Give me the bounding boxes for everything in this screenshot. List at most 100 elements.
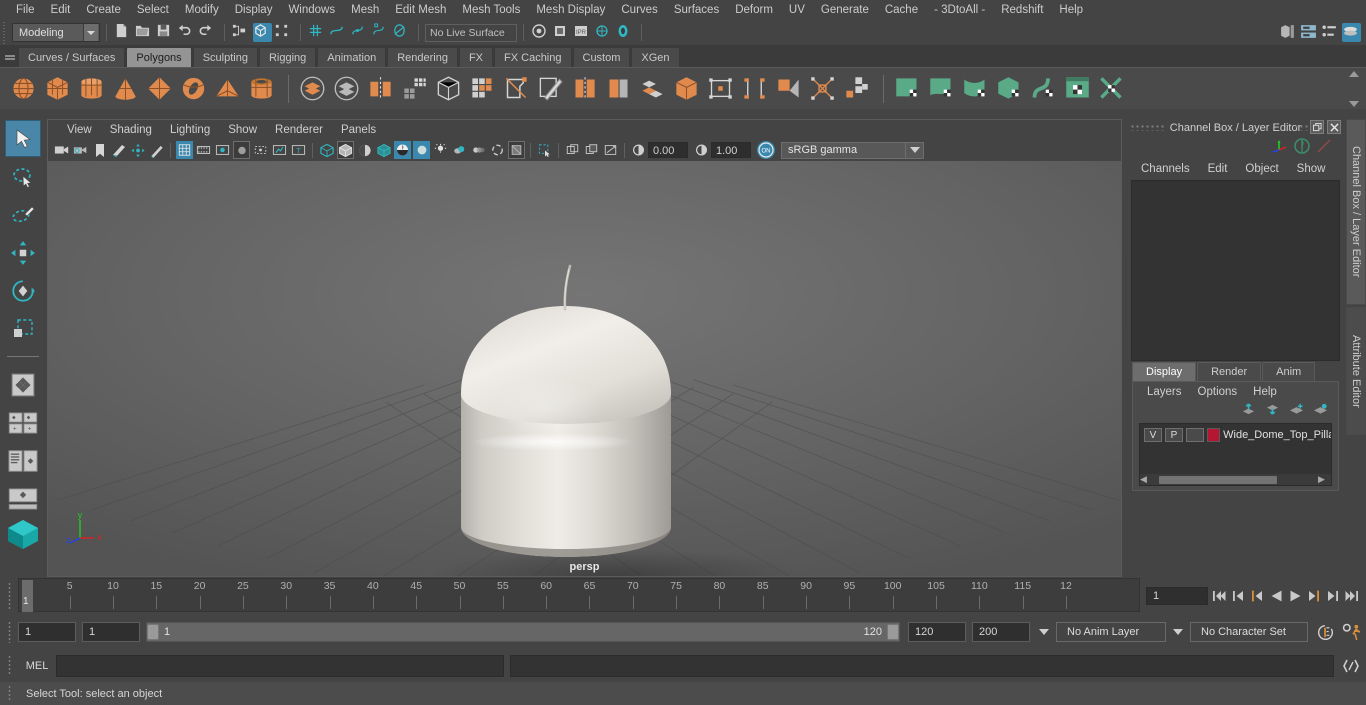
go-to-end-icon[interactable] <box>1344 587 1360 605</box>
redo-icon[interactable] <box>198 23 217 42</box>
poly-cone-icon[interactable] <box>110 73 140 105</box>
grease-pencil-icon[interactable] <box>148 141 165 159</box>
layer-name-label[interactable]: Wide_Dome_Top_Pillar <box>1223 429 1331 441</box>
separate-icon[interactable] <box>331 73 361 105</box>
exposure-icon[interactable] <box>630 141 647 159</box>
dock-title-bar[interactable]: Channel Box / Layer Editor <box>1126 119 1345 136</box>
anim-end-field[interactable]: 200 <box>972 622 1030 642</box>
isolate-select-icon[interactable] <box>536 141 553 159</box>
tab-attribute-editor[interactable]: Attribute Editor <box>1346 307 1366 435</box>
extrude-icon[interactable] <box>467 73 497 105</box>
layer-list-scrollbar[interactable]: ◀ ▶ <box>1140 474 1331 485</box>
poly-cylinder-icon[interactable] <box>76 73 106 105</box>
move-tool[interactable] <box>5 234 41 271</box>
render-settings-icon[interactable]: IPR <box>573 23 592 42</box>
character-set-field[interactable]: No Character Set <box>1190 622 1308 642</box>
channel-menu-object[interactable]: Object <box>1236 163 1287 175</box>
show-hide-attribute-editor-icon[interactable] <box>1300 23 1319 42</box>
layer-list[interactable]: V P Wide_Dome_Top_Pillar ◀ ▶ <box>1139 423 1332 486</box>
connect-icon[interactable] <box>705 73 735 105</box>
anim-start-field[interactable]: 1 <box>18 622 76 642</box>
shelf-tab-sculpting[interactable]: Sculpting <box>192 47 258 67</box>
texture-mode-icon[interactable] <box>394 141 411 159</box>
film-origin-icon[interactable] <box>252 141 269 159</box>
grid-toggle-icon[interactable] <box>176 141 193 159</box>
shelf-tab-animation[interactable]: Animation <box>317 47 387 67</box>
command-language-label[interactable]: MEL <box>18 660 56 672</box>
scroll-right-icon[interactable]: ▶ <box>1318 474 1327 485</box>
shelf-tab-xgen[interactable]: XGen <box>631 47 680 67</box>
multisample-icon[interactable] <box>489 141 506 159</box>
menu-modify[interactable]: Modify <box>177 0 227 20</box>
move-layer-down-icon[interactable] <box>1265 403 1280 419</box>
outliner-persp-layout-icon[interactable]: + + <box>5 404 41 441</box>
go-to-start-icon[interactable] <box>1211 587 1227 605</box>
menu-mesh-tools[interactable]: Mesh Tools <box>454 0 528 20</box>
snap-to-view-plane-icon[interactable] <box>392 23 411 42</box>
current-frame-field[interactable]: 1 <box>1146 587 1208 605</box>
menu-edit-mesh[interactable]: Edit Mesh <box>387 0 454 20</box>
xray-mode-icon[interactable] <box>564 141 581 159</box>
output-channels-icon[interactable] <box>1293 137 1315 158</box>
layer-tab-render[interactable]: Render <box>1197 362 1262 381</box>
new-layer-icon[interactable] <box>1289 403 1304 419</box>
channel-menu-channels[interactable]: Channels <box>1132 163 1199 175</box>
live-surface-field[interactable]: No Live Surface <box>425 23 517 42</box>
new-scene-icon[interactable] <box>114 23 133 42</box>
viewport-menu-shading[interactable]: Shading <box>101 124 161 136</box>
menu-create[interactable]: Create <box>78 0 129 20</box>
new-layer-from-selected-icon[interactable] <box>1313 403 1328 419</box>
show-hide-tool-settings-icon[interactable] <box>1321 23 1340 42</box>
layer-playback-toggle[interactable]: P <box>1164 427 1183 442</box>
two-d-pan-zoom-icon[interactable] <box>129 141 146 159</box>
step-back-key-icon[interactable] <box>1249 587 1265 605</box>
snap-to-projected-center-icon[interactable] <box>371 23 390 42</box>
wireframe-icon[interactable] <box>318 141 335 159</box>
boolean-icon[interactable] <box>433 73 463 105</box>
range-slider-grip[interactable] <box>0 619 18 645</box>
quad-draw-icon[interactable] <box>603 73 633 105</box>
poly-pipe-icon[interactable] <box>246 73 276 105</box>
step-forward-frame-icon[interactable] <box>1325 587 1341 605</box>
depth-peeling-icon[interactable] <box>508 141 525 159</box>
motion-blur-icon[interactable] <box>470 141 487 159</box>
color-management-toggle-icon[interactable]: ON <box>757 141 775 159</box>
multi-cut-icon[interactable] <box>535 73 565 105</box>
layer-visibility-toggle[interactable]: V <box>1144 427 1162 442</box>
viewport-menu-lighting[interactable]: Lighting <box>161 124 219 136</box>
hypershade-icon[interactable] <box>594 23 613 42</box>
bookmark-icon[interactable] <box>91 141 108 159</box>
layer-color-swatch[interactable] <box>1206 427 1221 442</box>
play-forwards-icon[interactable] <box>1287 587 1303 605</box>
combine-icon[interactable] <box>297 73 327 105</box>
auto-key-icon[interactable] <box>1312 623 1338 642</box>
mirror-icon[interactable] <box>365 73 395 105</box>
scrollbar-thumb[interactable] <box>1159 475 1277 484</box>
menu-help[interactable]: Help <box>1051 0 1091 20</box>
poly-torus-icon[interactable] <box>178 73 208 105</box>
menu-mesh-display[interactable]: Mesh Display <box>528 0 613 20</box>
poly-pyramid-icon[interactable] <box>212 73 242 105</box>
xray-active-components-icon[interactable] <box>602 141 619 159</box>
viewport-menu-panels[interactable]: Panels <box>332 124 385 136</box>
range-end-handle[interactable] <box>887 624 899 640</box>
shelf-scroll-arrows[interactable] <box>1346 71 1362 107</box>
poly-append-icon[interactable] <box>773 73 803 105</box>
maya-logo-icon[interactable] <box>5 518 41 550</box>
step-forward-key-icon[interactable] <box>1306 587 1322 605</box>
use-all-lights-icon[interactable] <box>413 141 430 159</box>
screen-space-ao-icon[interactable] <box>451 141 468 159</box>
layer-menu-options[interactable]: Options <box>1190 386 1246 398</box>
menu-mesh[interactable]: Mesh <box>343 0 387 20</box>
save-scene-icon[interactable] <box>156 23 175 42</box>
select-by-object-icon[interactable] <box>253 23 272 42</box>
shelf-tab-rigging[interactable]: Rigging <box>258 47 317 67</box>
script-editor-icon[interactable] <box>1340 655 1362 677</box>
open-scene-icon[interactable] <box>135 23 154 42</box>
layer-tab-display[interactable]: Display <box>1132 362 1197 381</box>
shelf-grip[interactable] <box>2 45 18 67</box>
shelf-tab-rendering[interactable]: Rendering <box>387 47 458 67</box>
show-hide-channel-box-icon[interactable] <box>1342 23 1361 42</box>
dock-grip[interactable] <box>1130 124 1164 131</box>
color-management-field[interactable]: sRGB gamma <box>781 141 906 159</box>
